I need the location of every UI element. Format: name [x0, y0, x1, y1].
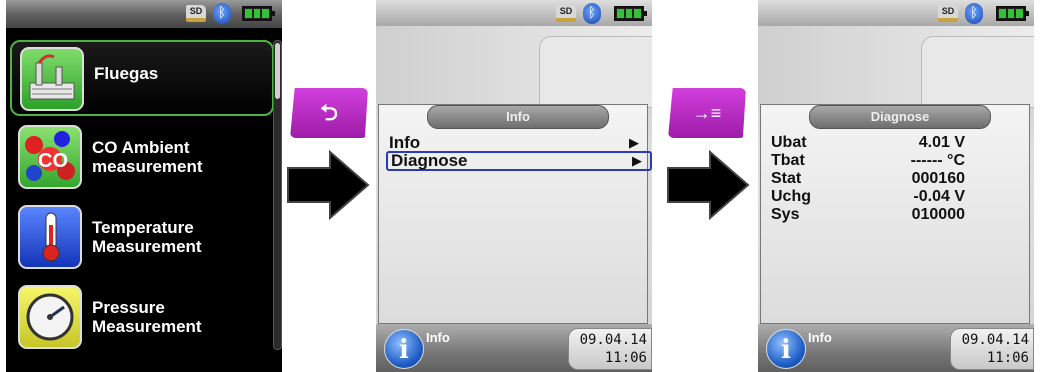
molecule-icon: CO [18, 125, 82, 189]
datetime-display: 09.04.14 11:06 [568, 328, 652, 370]
menu-item-pressure[interactable]: Pressure Measurement [10, 280, 274, 356]
list-item-label: Diagnose [391, 151, 468, 170]
menu-item-label: CO Ambient measurement [92, 138, 203, 176]
diag-value: 010000 [911, 206, 965, 223]
bluetooth-icon: ᛒ [213, 3, 231, 24]
status-bar: SD ᛒ [6, 0, 282, 28]
status-bar: SD ᛒ [376, 0, 652, 26]
sd-card-icon: SD [186, 5, 206, 22]
triangle-right-icon: ▶ [632, 153, 642, 168]
list-item-diagnose[interactable]: Diagnose ▶ [386, 151, 652, 171]
panel-header: Info [427, 105, 609, 129]
menu-item-fluegas[interactable]: Fluegas [10, 40, 274, 116]
diag-label: Tbat [771, 152, 805, 169]
diagnose-screen: SD ᛒ Diagnose Ubat 4.01 V Tbat ------ °C… [758, 0, 1034, 372]
diagnose-panel: Diagnose Ubat 4.01 V Tbat ------ °C Stat… [760, 104, 1030, 324]
diag-row-ubat: Ubat 4.01 V [771, 133, 1021, 152]
diag-label: Sys [771, 206, 800, 223]
scrollbar[interactable] [273, 40, 282, 350]
gauge-icon [18, 285, 82, 349]
sd-card-icon: SD [938, 5, 958, 22]
scroll-thumb[interactable] [275, 43, 280, 99]
status-bar: SD ᛒ [758, 0, 1034, 26]
list-item-label: Info [389, 133, 421, 152]
bluetooth-icon: ᛒ [965, 3, 983, 24]
top-panel [758, 26, 1034, 108]
diag-row-stat: Stat 000160 [771, 169, 1021, 188]
diag-value: 4.01 V [918, 134, 965, 151]
menu-screen: SD ᛒ Fluegas CO CO Ambient measurement T… [6, 0, 282, 372]
bottom-bar: i Info 09.04.14 11:06 [376, 324, 652, 372]
menu-item-temperature[interactable]: Temperature Measurement [10, 200, 274, 276]
battery-icon [614, 6, 647, 21]
diag-row-tbat: Tbat ------ °C [771, 151, 1021, 170]
svg-text:CO: CO [38, 150, 68, 172]
right-arrow-icon [287, 150, 370, 220]
battery-icon [242, 6, 275, 21]
sd-card-icon: SD [556, 5, 576, 22]
diag-label: Stat [771, 170, 802, 187]
list-item-info[interactable]: Info ▶ [389, 133, 647, 153]
diag-value: -0.04 V [913, 188, 965, 205]
menu-item-co-ambient[interactable]: CO CO Ambient measurement [10, 120, 274, 196]
thermometer-icon [18, 205, 82, 269]
time-text: 11:06 [604, 350, 647, 366]
bottom-bar: i Info 09.04.14 11:06 [758, 324, 1034, 372]
diag-row-sys: Sys 010000 [771, 205, 1021, 224]
datetime-display: 09.04.14 11:06 [950, 328, 1034, 370]
top-panel [376, 26, 652, 108]
diag-value: 000160 [911, 170, 965, 187]
panel-header: Diagnose [809, 105, 991, 129]
info-icon[interactable]: i [384, 329, 424, 369]
diag-label: Uchg [771, 188, 811, 205]
bottom-title: Info [426, 330, 450, 345]
triangle-right-icon: ▶ [629, 135, 639, 150]
battery-icon [996, 6, 1029, 21]
right-arrow-icon [667, 150, 750, 220]
diag-row-uchg: Uchg -0.04 V [771, 187, 1021, 206]
factory-icon [20, 47, 84, 111]
info-screen: SD ᛒ Info Info ▶ Diagnose ▶ i Info 09.04… [376, 0, 652, 372]
enter-button[interactable]: →≡ [668, 88, 746, 138]
bluetooth-icon: ᛒ [583, 3, 601, 24]
date-text: 09.04.14 [961, 332, 1029, 348]
date-text: 09.04.14 [579, 332, 647, 348]
time-text: 11:06 [986, 350, 1029, 366]
menu-item-label: Pressure Measurement [92, 298, 202, 336]
info-panel: Info Info ▶ Diagnose ▶ [378, 104, 652, 324]
bottom-title: Info [808, 330, 832, 345]
menu-item-label: Fluegas [94, 64, 159, 83]
menu-item-label: Temperature Measurement [92, 218, 202, 256]
diag-label: Ubat [771, 134, 807, 151]
back-button[interactable]: ⮌ [290, 88, 368, 138]
diag-value: ------ °C [910, 152, 965, 169]
info-icon[interactable]: i [766, 329, 806, 369]
